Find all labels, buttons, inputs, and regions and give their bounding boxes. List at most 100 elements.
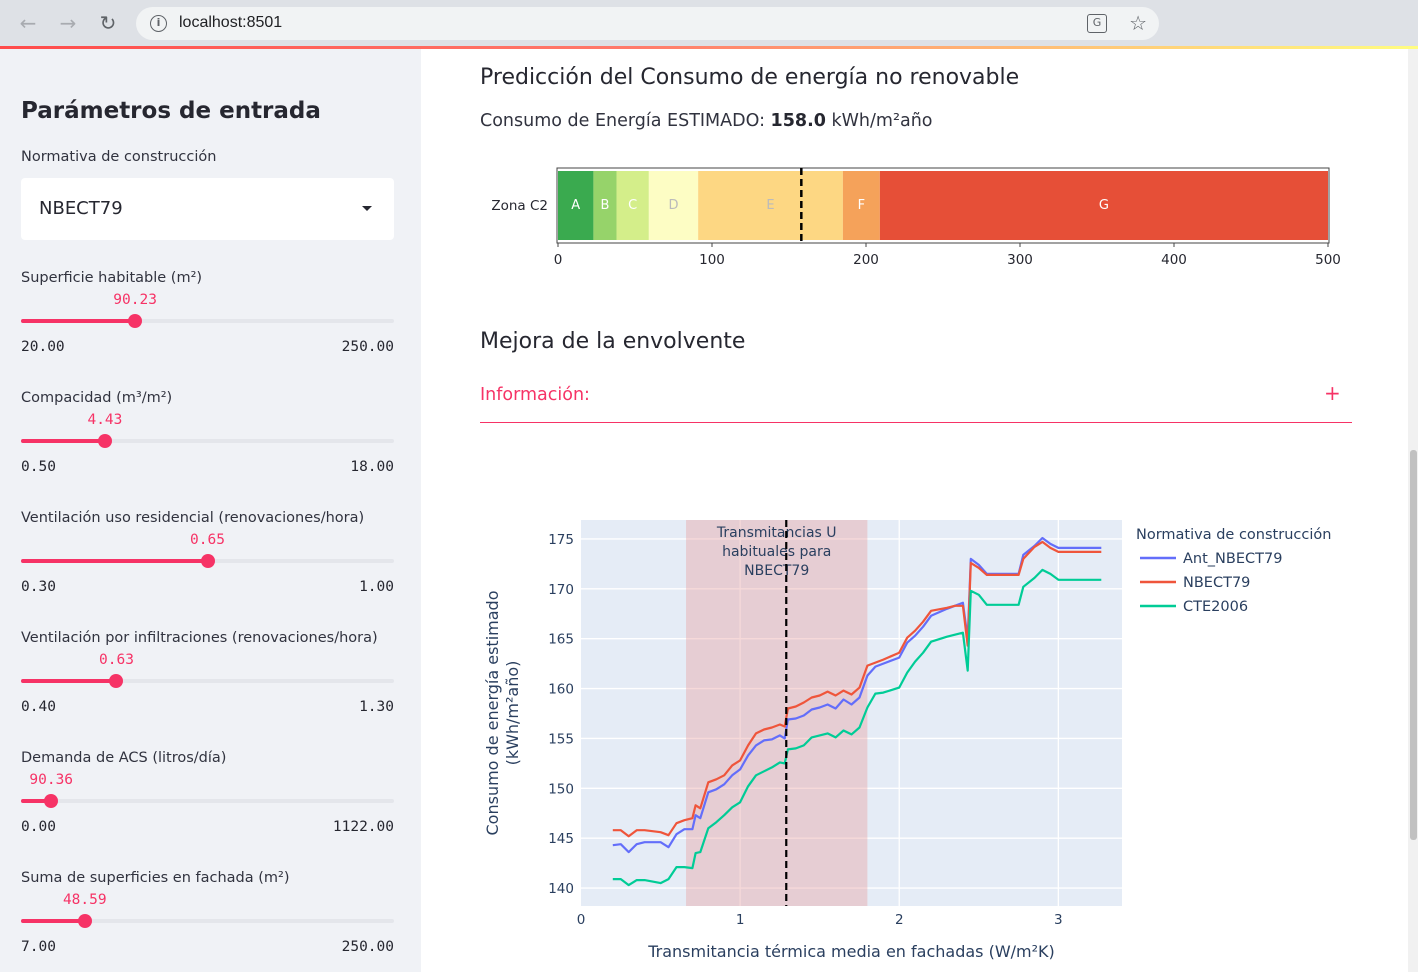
- slider[interactable]: 48.59 7.00 250.00: [21, 892, 394, 955]
- slider-thumb[interactable]: [77, 914, 92, 928]
- rating-tick-label: 400: [1161, 252, 1187, 268]
- x-tick-label: 3: [1054, 912, 1063, 928]
- band-annotation-line: habituales para: [722, 544, 831, 560]
- info-icon[interactable]: i: [150, 15, 167, 32]
- slider[interactable]: 0.65 0.30 1.00: [21, 532, 394, 595]
- slider-label: Ventilación por infiltraciones (renovaci…: [21, 630, 378, 646]
- translate-icon[interactable]: G: [1087, 14, 1107, 33]
- slider-fill: [21, 319, 136, 323]
- y-tick-label: 155: [548, 731, 574, 747]
- slider[interactable]: 90.36 0.00 1122.00: [21, 772, 394, 835]
- slider-max: 1122.00: [332, 819, 394, 835]
- rating-segment-label: A: [571, 198, 580, 213]
- slider-thumb[interactable]: [200, 554, 215, 568]
- prediction-title: Predicción del Consumo de energía no ren…: [480, 65, 1020, 90]
- x-tick-label: 1: [736, 912, 745, 928]
- slider-thumb[interactable]: [109, 674, 124, 688]
- estimate-prefix: Consumo de Energía ESTIMADO:: [480, 111, 765, 131]
- consumption-line-chart: 0 1 2 3 140 145 150 155 160 165 170 175 Transmitanci…: [483, 520, 1331, 961]
- slider-min: 20.00: [21, 339, 65, 355]
- slider-max: 18.00: [350, 459, 394, 475]
- x-axis-title: Transmitancia térmica media en fachadas …: [647, 942, 1055, 961]
- info-expander-label[interactable]: Información:: [480, 385, 590, 405]
- address-bar[interactable]: i localhost:8501 G ☆: [136, 7, 1159, 40]
- slider-min: 0.30: [21, 579, 56, 595]
- rating-tick-label: 300: [1007, 252, 1033, 268]
- plus-icon[interactable]: +: [1324, 381, 1341, 405]
- reload-icon[interactable]: ↻: [94, 9, 122, 37]
- y-tick-label: 170: [548, 582, 574, 598]
- sidebar: Parámetros de entrada Normativa de const…: [0, 49, 421, 972]
- energy-rating-chart: A B C D E F G Zona C2 0 100 200 300 400 500: [491, 167, 1341, 268]
- rating-segment-label: D: [668, 198, 678, 213]
- chevron-down-icon[interactable]: [362, 206, 372, 211]
- slider-fill: [21, 439, 105, 443]
- rating-tick-label: 100: [699, 252, 725, 268]
- improvement-title: Mejora de la envolvente: [480, 329, 746, 354]
- slider-label: Suma de superficies en fachada (m²): [21, 870, 290, 886]
- y-tick-label: 150: [548, 781, 574, 797]
- slider-thumb[interactable]: [44, 794, 59, 808]
- rating-segment-label: F: [858, 198, 865, 213]
- slider-min: 0.50: [21, 459, 56, 475]
- rating-tick-label: 500: [1315, 252, 1341, 268]
- back-icon[interactable]: ←: [14, 9, 42, 37]
- slider-value: 0.63: [99, 652, 134, 668]
- estimate-unit: kWh/m²año: [831, 111, 933, 131]
- rating-segment-label: B: [601, 198, 610, 213]
- slider-max: 250.00: [341, 339, 394, 355]
- slider-label: Ventilación uso residencial (renovacione…: [21, 510, 365, 526]
- x-tick-label: 2: [895, 912, 904, 928]
- band-annotation-line: NBECT79: [744, 563, 809, 579]
- slider-thumb[interactable]: [97, 434, 112, 448]
- url-text[interactable]: localhost:8501: [179, 14, 282, 32]
- estimate-text: Consumo de Energía ESTIMADO: 158.0 kWh/m…: [480, 111, 933, 131]
- slider-value: 4.43: [87, 412, 123, 428]
- y-axis-title-line: (kWh/m²año): [503, 661, 522, 766]
- rating-category-label: Zona C2: [491, 198, 548, 214]
- slider-label: Demanda de ACS (litros/día): [21, 750, 227, 766]
- slider-min: 0.40: [21, 699, 56, 715]
- expander-divider: [480, 422, 1352, 423]
- slider-track[interactable]: [21, 799, 394, 803]
- y-axis-title: Consumo de energía estimado(kWh/m²año): [483, 591, 522, 836]
- legend-entry: NBECT79: [1183, 575, 1250, 591]
- band-annotation-line: Transmitancias U: [716, 525, 837, 541]
- legend-title: Normativa de construcción: [1136, 527, 1331, 543]
- slider-value: 48.59: [62, 892, 107, 908]
- slider-label: Compacidad (m³/m²): [21, 390, 173, 406]
- slider-max: 250.00: [341, 939, 394, 955]
- browser-toolbar: ← → ↻ i localhost:8501 G ☆: [0, 0, 1418, 46]
- normativa-select-value: NBECT79: [39, 198, 123, 219]
- scrollbar-thumb[interactable]: [1410, 450, 1417, 840]
- rating-tick-label: 200: [853, 252, 879, 268]
- slider-max: 1.00: [359, 579, 394, 595]
- x-tick-label: 0: [577, 912, 586, 928]
- legend-entry: Ant_NBECT79: [1183, 551, 1282, 567]
- slider-value: 0.65: [190, 532, 225, 548]
- normativa-label: Normativa de construcción: [21, 149, 217, 165]
- normativa-select[interactable]: NBECT79: [21, 178, 394, 240]
- rating-segment-label: E: [766, 198, 774, 213]
- slider-label: Superficie habitable (m²): [21, 270, 203, 286]
- slider-min: 0.00: [21, 819, 56, 835]
- y-tick-label: 160: [548, 682, 574, 698]
- y-tick-label: 175: [548, 532, 574, 548]
- slider[interactable]: 0.63 0.40 1.30: [21, 652, 394, 715]
- slider-value: 90.23: [113, 292, 157, 308]
- y-tick-label: 165: [548, 632, 574, 648]
- slider-max: 1.30: [359, 699, 394, 715]
- slider[interactable]: 90.23 20.00 250.00: [21, 292, 394, 355]
- y-axis-title-line: Consumo de energía estimado: [483, 591, 502, 836]
- slider-thumb[interactable]: [128, 314, 143, 328]
- rating-segment-label: G: [1099, 198, 1109, 213]
- slider-fill: [21, 679, 117, 683]
- legend-entry: CTE2006: [1183, 599, 1248, 615]
- forward-icon[interactable]: →: [54, 9, 82, 37]
- star-icon[interactable]: ☆: [1129, 11, 1147, 35]
- estimate-value: 158.0: [770, 111, 826, 131]
- slider-value: 90.36: [29, 772, 74, 788]
- slider[interactable]: 4.43 0.50 18.00: [21, 412, 394, 475]
- slider-fill: [21, 559, 208, 563]
- y-tick-label: 145: [548, 831, 574, 847]
